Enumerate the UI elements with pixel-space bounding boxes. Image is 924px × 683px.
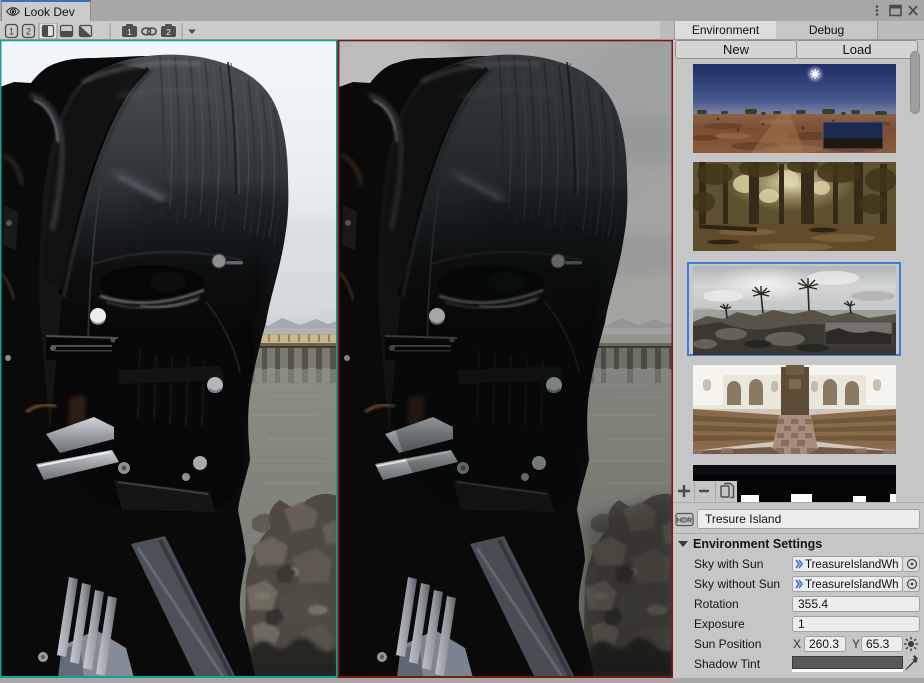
svg-text:1: 1 xyxy=(9,27,14,37)
svg-text:2: 2 xyxy=(26,27,31,37)
svg-text:2: 2 xyxy=(166,27,171,37)
svg-text:1: 1 xyxy=(127,27,132,37)
svg-text:HDR: HDR xyxy=(677,518,692,525)
